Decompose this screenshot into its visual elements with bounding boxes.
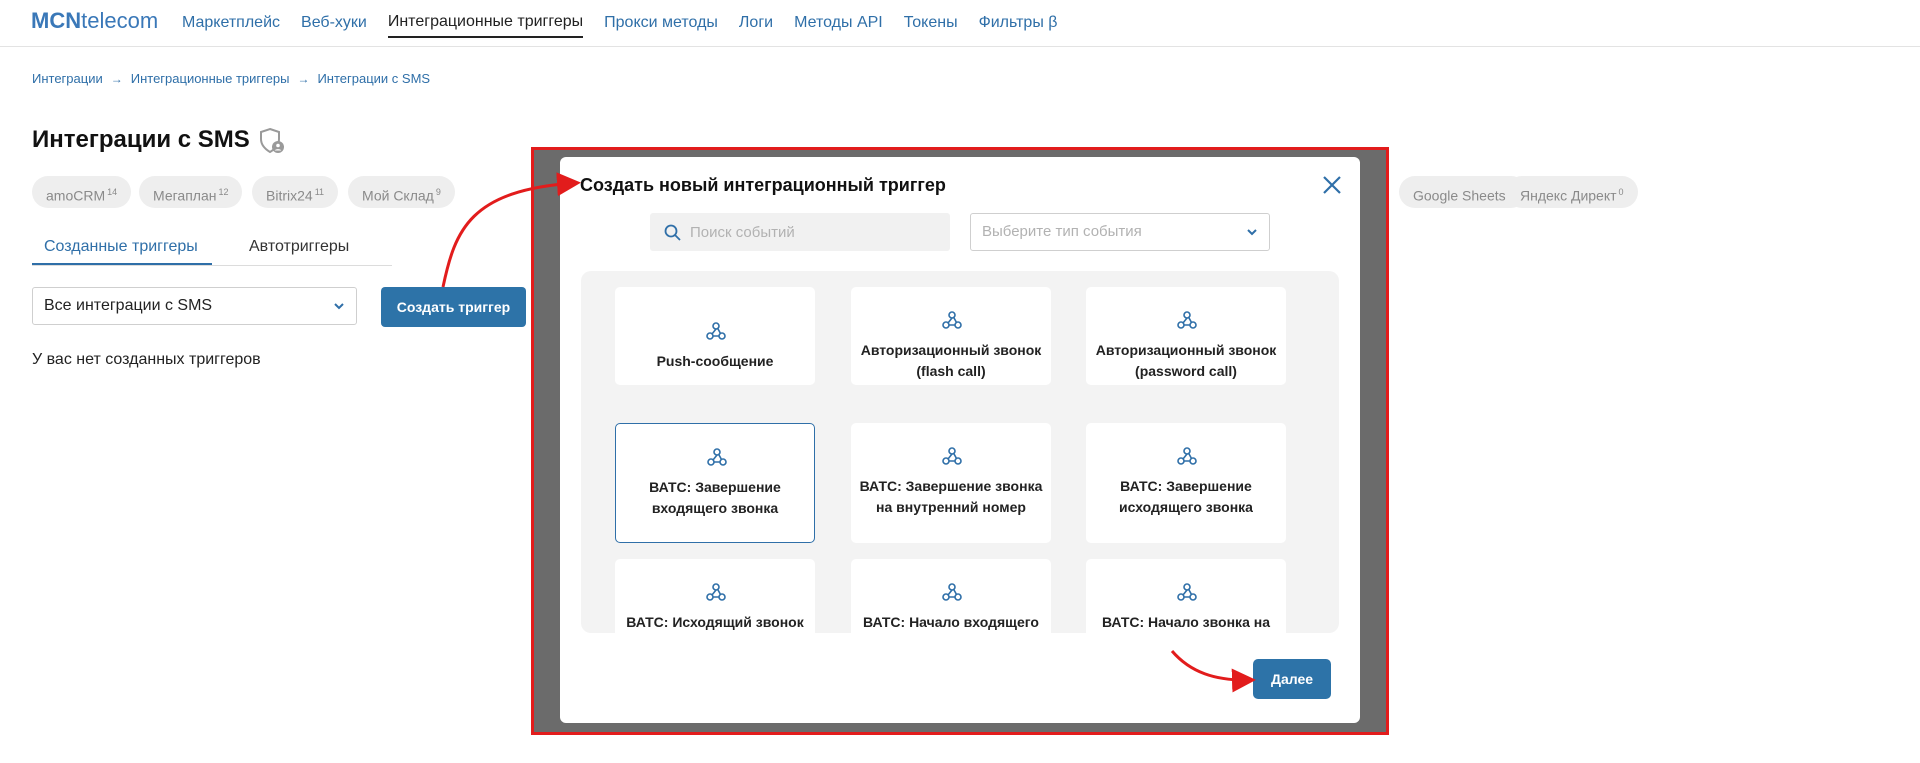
event-cards-grid: Push-сообщение Авторизационный звонок (f… [581,271,1339,633]
chip-megaplan[interactable]: Мегаплан 12 [139,176,243,208]
event-card-push[interactable]: Push-сообщение [615,287,815,385]
event-card-flash-call[interactable]: Авторизационный звонок (flash call) [851,287,1051,385]
shield-lock-icon[interactable] [259,127,285,155]
breadcrumb-integrations[interactable]: Интеграции [32,71,103,86]
nav-api-methods[interactable]: Методы API [794,0,883,47]
breadcrumb-integration-triggers[interactable]: Интеграционные триггеры [131,71,290,86]
event-card-password-call[interactable]: Авторизационный звонок (password call) [1086,287,1286,385]
event-card-outgoing-call-end[interactable]: ВАТС: Завершение исходящего звонка [1086,423,1286,543]
page-title: Интеграции с SMS [32,126,250,153]
event-card-internal-call-end[interactable]: ВАТС: Завершение звонка на внутренний но… [851,423,1051,543]
webhook-icon [1177,447,1197,465]
breadcrumb: Интеграции → Интеграционные триггеры → И… [32,71,430,86]
arrow-right-icon: → [110,71,123,86]
event-card-incoming-call-end[interactable]: ВАТС: Завершение входящего звонка [615,423,815,543]
nav-tokens[interactable]: Токены [904,0,958,47]
event-card-outgoing-call[interactable]: ВАТС: Исходящий звонок [615,559,815,633]
webhook-icon [707,448,727,466]
tab-autotriggers[interactable]: Автотриггеры [237,232,361,265]
search-icon [664,224,681,241]
chevron-down-icon [1247,229,1257,236]
event-search-input[interactable] [690,213,940,251]
nav-filters[interactable]: Фильтры β [979,0,1058,47]
nav-marketplace[interactable]: Маркетплейс [182,0,280,47]
webhook-icon [1177,311,1197,329]
event-card-label: ВАТС: Исходящий звонок [626,614,804,630]
event-type-select[interactable]: Выберите тип события [970,213,1270,251]
next-button[interactable]: Далее [1253,659,1331,699]
breadcrumb-current[interactable]: Интеграции с SMS [317,71,430,86]
event-card-label: ВАТС: Завершение входящего звонка [649,479,781,516]
chip-yandex-direct[interactable]: Яндекс Директ 0 [1506,176,1638,208]
event-card-label: Авторизационный звонок (password call) [1095,342,1277,379]
nav-proxy-methods[interactable]: Прокси методы [604,0,718,47]
top-navigation: MCNtelecom Маркетплейс Веб-хуки Интеграц… [0,0,1920,47]
event-card-label: ВАТС: Завершение исходящего звонка [1119,478,1253,515]
event-card-label: Push-сообщение [656,353,774,369]
create-trigger-button[interactable]: Создать триггер [381,287,526,327]
nav-integration-triggers[interactable]: Интеграционные триггеры [387,0,584,38]
nav-logs[interactable]: Логи [739,0,773,47]
event-card-label: ВАТС: Завершение звонка на внутренний но… [859,478,1043,515]
empty-state-message: У вас нет созданных триггеров [32,351,261,368]
main-nav: Маркетплейс Веб-хуки Интеграционные триг… [182,0,1078,47]
integration-filter-select[interactable]: Все интеграции с SMS [32,287,357,325]
close-icon[interactable] [1320,173,1344,197]
webhook-icon [942,583,962,601]
mcn-logo[interactable]: MCNtelecom [31,8,158,34]
webhook-icon [1177,583,1197,601]
event-card-label: ВАТС: Начало звонка на [1102,614,1270,630]
event-card-label: ВАТС: Начало входящего [863,614,1039,630]
event-card-incoming-call-start[interactable]: ВАТС: Начало входящего [851,559,1051,633]
webhook-icon [942,447,962,465]
trigger-tabs: Созданные триггеры Автотриггеры [32,232,392,266]
nav-webhooks[interactable]: Веб-хуки [301,0,367,47]
event-search [650,213,950,251]
create-trigger-modal: Создать новый интеграционный триггер Выб… [560,157,1360,723]
event-card-label: Авторизационный звонок (flash call) [860,342,1042,379]
event-card-call-start[interactable]: ВАТС: Начало звонка на [1086,559,1286,633]
webhook-icon [706,583,726,601]
webhook-icon [706,322,726,340]
arrow-right-icon: → [297,71,310,86]
modal-title: Создать новый интеграционный триггер [580,175,946,195]
tab-created-triggers[interactable]: Созданные триггеры [32,232,212,265]
chip-amocrm[interactable]: amoCRM 14 [32,176,132,208]
event-type-placeholder: Выберите тип события [982,223,1142,240]
chevron-down-icon [334,303,344,310]
chip-bitrix24[interactable]: Bitrix24 11 [252,176,339,208]
chip-moy-sklad[interactable]: Мой Склад 9 [348,176,455,208]
integration-filter-value: Все интеграции с SMS [44,297,213,314]
webhook-icon [942,311,962,329]
